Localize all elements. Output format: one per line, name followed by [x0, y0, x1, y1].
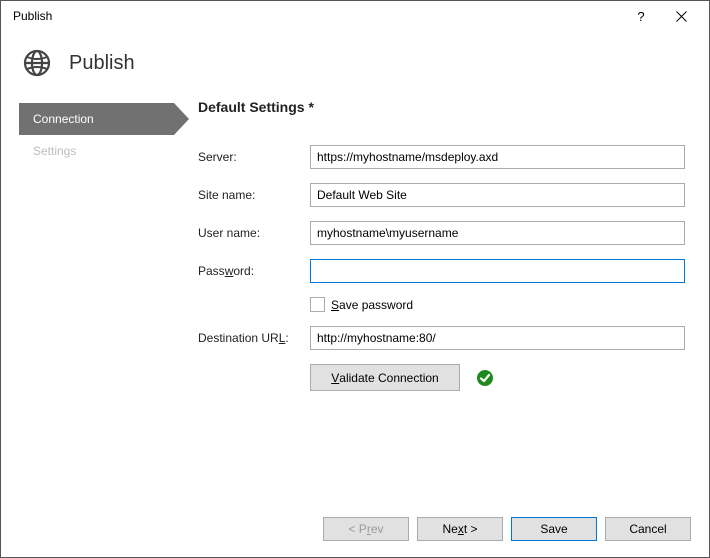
save-password-label: Save password [331, 298, 413, 312]
row-save-password: Save password [198, 297, 685, 312]
username-label: User name: [198, 226, 310, 240]
globe-icon [23, 49, 51, 77]
row-validate: Validate Connection [198, 364, 685, 391]
window-title: Publish [9, 9, 621, 23]
close-button[interactable] [661, 1, 701, 31]
validate-connection-button[interactable]: Validate Connection [310, 364, 460, 391]
row-username: User name: [198, 221, 685, 245]
header: Publish [1, 31, 709, 95]
sitename-label: Site name: [198, 188, 310, 202]
footer: < Prev Next > Save Cancel [1, 501, 709, 557]
next-button[interactable]: Next > [417, 517, 503, 541]
username-input[interactable] [310, 221, 685, 245]
save-password-checkbox[interactable] [310, 297, 325, 312]
row-password: Password: [198, 259, 685, 283]
desturl-input[interactable] [310, 326, 685, 350]
close-icon [676, 11, 687, 22]
prev-button: < Prev [323, 517, 409, 541]
section-title: Default Settings * [198, 99, 685, 115]
password-input[interactable] [310, 259, 685, 283]
nav-item-settings: Settings [19, 135, 174, 167]
nav-item-label: Settings [33, 144, 76, 158]
help-button[interactable]: ? [621, 1, 661, 31]
form-panel: Default Settings * Server: Site name: Us… [174, 95, 709, 391]
nav-item-connection[interactable]: Connection [19, 103, 174, 135]
page-title: Publish [69, 52, 135, 75]
server-input[interactable] [310, 145, 685, 169]
row-server: Server: [198, 145, 685, 169]
check-circle-icon [476, 369, 494, 387]
desturl-label: Destination URL: [198, 331, 310, 345]
save-button[interactable]: Save [511, 517, 597, 541]
cancel-button[interactable]: Cancel [605, 517, 691, 541]
password-label: Password: [198, 264, 310, 278]
server-label: Server: [198, 150, 310, 164]
row-sitename: Site name: [198, 183, 685, 207]
titlebar: Publish ? [1, 1, 709, 31]
row-destination-url: Destination URL: [198, 326, 685, 350]
nav-item-label: Connection [33, 112, 94, 126]
wizard-nav: Connection Settings [19, 95, 174, 391]
sitename-input[interactable] [310, 183, 685, 207]
